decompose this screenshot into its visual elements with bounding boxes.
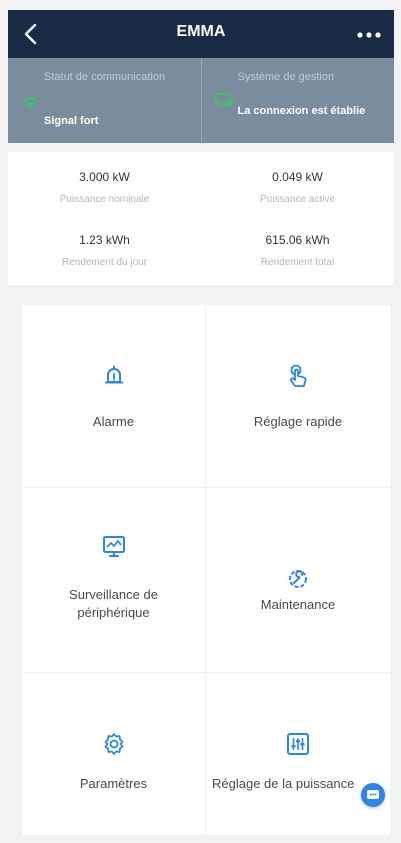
menu-alarm[interactable]: Alarme [22,305,206,488]
communication-status: Statut de communication Signal fort [8,58,201,143]
menu-maintenance[interactable]: Maintenance [206,488,390,673]
menu-power-adjustment[interactable]: Réglage de la puissance [206,673,390,835]
connection-check-icon [214,93,235,108]
app-header: EMMA [8,10,394,58]
more-options-button[interactable] [354,20,384,48]
stat-label: Puissance nominale [59,194,150,205]
stat-value: 1.23 kWh [79,232,130,247]
stat-value: 0.049 kW [272,170,323,184]
management-status-label: Système de gestion [237,71,335,83]
stat-daily-yield: 1.23 kWh Rendement du jour [8,219,201,286]
bell-icon [104,365,123,384]
function-menu: Alarme Réglage rapide Surveillance de pé… [22,305,390,835]
energy-stats-panel: 3.000 kW Puissance nominale 0.049 kW Pui… [8,152,394,285]
chat-icon [367,790,379,799]
status-bar: Statut de communication Signal fort Syst… [8,58,394,143]
menu-settings-label: Paramètres [79,776,148,791]
more-dots-icon [357,32,381,38]
stat-label: Rendement total [260,256,335,268]
menu-quick-setup[interactable]: Réglage rapide [206,305,390,488]
stat-label: Rendement du jour [61,256,148,268]
tap-hand-icon [290,364,307,387]
chat-button[interactable] [361,783,385,807]
menu-quick-setup-label: Réglage rapide [253,414,343,429]
menu-settings[interactable]: Paramètres [22,673,206,835]
stat-value: 615.06 kWh [265,232,330,247]
menu-device-monitoring-label: Surveillance de périphérique [69,587,158,620]
settings-gear-icon [104,733,123,755]
page-title: EMMA [176,23,226,40]
management-status-value: La connexion est établie [237,105,366,117]
stat-total-yield: 615.06 kWh Rendement total [201,219,394,286]
stat-value: 3.000 kW [79,170,130,184]
menu-maintenance-label: Maintenance [260,597,336,612]
sliders-icon [287,733,309,755]
menu-alarm-label: Alarme [92,414,135,429]
wrench-gear-icon [289,570,307,588]
stat-active-power: 0.049 kW Puissance active [201,152,394,219]
stat-rated-power: 3.000 kW Puissance nominale [8,152,201,219]
stat-label: Puissance active [259,194,336,205]
menu-device-monitoring[interactable]: Surveillance de périphérique [22,488,206,673]
communication-status-label: Statut de communication [44,71,166,83]
communication-status-value: Signal fort [44,115,99,127]
signal-icon [23,97,39,109]
monitor-icon [102,536,125,557]
management-status: Système de gestion La connexion est étab… [200,58,395,143]
